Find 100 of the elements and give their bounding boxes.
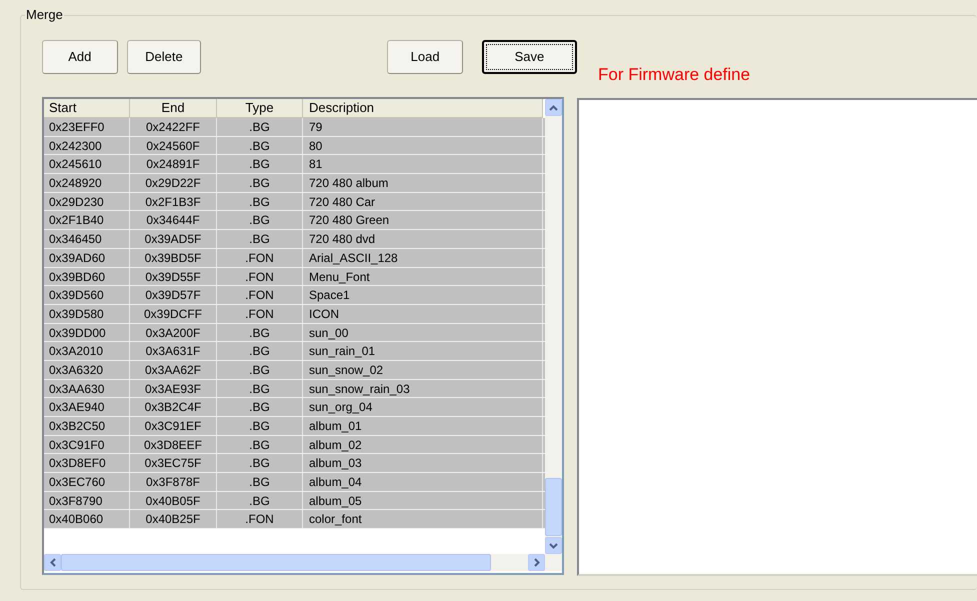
table-cell: 0x3D8EF0 (44, 454, 130, 472)
table-cell: 0x3C91EF (130, 417, 217, 435)
table-cell: 0x3AE940 (44, 398, 130, 416)
table-row[interactable]: 0x39D580 0x39DCFF .FON ICON (44, 304, 545, 324)
firmware-text-area[interactable] (577, 98, 977, 576)
scroll-thumb[interactable] (545, 478, 562, 536)
table-cell: ICON (303, 304, 543, 323)
table-row[interactable]: 0x23EFF0 0x2422FF .BG 79 (44, 118, 545, 137)
table-row[interactable]: 0x242300 0x24560F .BG 80 (44, 136, 545, 156)
table-cell: .BG (217, 155, 303, 174)
table-cell: 0x39DCFF (130, 304, 217, 323)
toolbar-button[interactable]: Load (387, 40, 463, 74)
table-cell: 0x29D22F (130, 174, 217, 192)
table-cell: 0x40B05F (130, 492, 217, 510)
table-cell: color_font (303, 510, 543, 528)
chevron-down-icon (549, 542, 558, 548)
chevron-left-icon (50, 558, 56, 567)
table-cell: .BG (217, 174, 303, 192)
table-cell: 0x3F878F (130, 473, 217, 491)
table-cell: .BG (217, 342, 303, 360)
table-cell: 0x23EFF0 (44, 118, 130, 136)
table-cell: 0x3C91F0 (44, 436, 130, 454)
table-cell: .BG (217, 473, 303, 491)
table-row[interactable]: 0x3D8EF0 0x3EC75F .BG album_03 (44, 454, 545, 474)
table-cell: 0x2F1B40 (44, 211, 130, 230)
scroll-up-button[interactable] (545, 99, 562, 116)
table-row[interactable]: 0x3AA630 0x3AE93F .BG sun_snow_rain_03 (44, 380, 545, 398)
table-cell: album_01 (303, 417, 543, 435)
table-cell: sun_snow_rain_03 (303, 380, 543, 398)
vertical-scrollbar[interactable] (545, 99, 562, 554)
table-cell: Menu_Font (303, 268, 543, 286)
table-cell: .BG (217, 398, 303, 416)
table-row[interactable]: 0x2F1B40 0x34644F .BG 720 480 Green (44, 211, 545, 230)
scroll-left-button[interactable] (44, 554, 61, 571)
table-cell: 0x2422FF (130, 118, 217, 136)
table-cell: 79 (303, 118, 543, 136)
table-cell: 720 480 album (303, 174, 543, 192)
table-row[interactable]: 0x245610 0x24891F .BG 81 (44, 155, 545, 174)
table-row[interactable]: 0x39D560 0x39D57F .FON Space1 (44, 286, 545, 305)
table-cell: 0x24891F (130, 155, 217, 174)
column-header[interactable]: Start (44, 99, 130, 118)
firmware-note: For Firmware define (598, 65, 752, 85)
table-cell: .BG (217, 380, 303, 398)
column-header[interactable]: Description (303, 99, 543, 118)
table-cell: 0x40B25F (130, 510, 217, 528)
table-cell: 0x3A200F (130, 324, 217, 342)
column-header[interactable]: End (130, 99, 217, 118)
table-cell: 0x3EC75F (130, 454, 217, 472)
table-row[interactable]: 0x39DD00 0x3A200F .BG sun_00 (44, 324, 545, 342)
table-cell: sun_org_04 (303, 398, 543, 416)
table-row[interactable]: 0x39BD60 0x39D55F .FON Menu_Font (44, 268, 545, 286)
scroll-right-button[interactable] (528, 554, 545, 571)
toolbar-button[interactable]: Save (482, 40, 577, 74)
table-row[interactable]: 0x3EC760 0x3F878F .BG album_04 (44, 473, 545, 492)
table-row[interactable]: 0x3A6320 0x3AA62F .BG sun_snow_02 (44, 360, 545, 380)
table-row[interactable]: 0x248920 0x29D22F .BG 720 480 album (44, 174, 545, 193)
table-cell: 0x29D230 (44, 192, 130, 210)
table-cell: 0x2F1B3F (130, 192, 217, 210)
toolbar-button[interactable]: Delete (126, 40, 202, 74)
table-cell: sun_00 (303, 324, 543, 342)
table-cell: 0x39AD60 (44, 248, 130, 266)
column-header[interactable]: Type (217, 99, 303, 118)
table-cell: 720 480 Car (303, 192, 543, 210)
table-cell: .BG (217, 360, 303, 379)
table-cell: .BG (217, 454, 303, 472)
table-cell: 0x39DD00 (44, 324, 130, 342)
table-row[interactable]: 0x3B2C50 0x3C91EF .BG album_01 (44, 417, 545, 436)
toolbar-button[interactable]: Add (42, 40, 118, 74)
table-cell: .BG (217, 492, 303, 510)
table-cell: .BG (217, 436, 303, 454)
scroll-down-button[interactable] (545, 537, 562, 554)
table-row[interactable]: 0x346450 0x39AD5F .BG 720 480 dvd (44, 230, 545, 249)
table-cell: 0x24560F (130, 136, 217, 154)
table-cell: .BG (217, 324, 303, 342)
table-cell: 0x3B2C50 (44, 417, 130, 435)
table-cell: 0x3D8EEF (130, 436, 217, 454)
table-row[interactable]: 0x40B060 0x40B25F .FON color_font (44, 510, 545, 530)
table-cell: 720 480 dvd (303, 230, 543, 248)
table-cell: .BG (217, 417, 303, 435)
table-cell: 0x39BD60 (44, 268, 130, 286)
table-cell: .FON (217, 510, 303, 528)
table-cell: 0x3F8790 (44, 492, 130, 510)
table-row[interactable]: 0x3C91F0 0x3D8EEF .BG album_02 (44, 436, 545, 454)
table-cell: 0x34644F (130, 211, 217, 230)
table-row[interactable]: 0x39AD60 0x39BD5F .FON Arial_ASCII_128 (44, 248, 545, 268)
table-cell: album_05 (303, 492, 543, 510)
table-cell: 0x39D560 (44, 286, 130, 304)
table-row[interactable]: 0x3AE940 0x3B2C4F .BG sun_org_04 (44, 398, 545, 417)
table-cell: 0x3AA630 (44, 380, 130, 398)
group-title: Merge (25, 7, 64, 23)
table-cell: 0x3A6320 (44, 360, 130, 379)
table-row[interactable]: 0x3F8790 0x40B05F .BG album_05 (44, 492, 545, 510)
table-cell: 0x245610 (44, 155, 130, 174)
table-row[interactable]: 0x29D230 0x2F1B3F .BG 720 480 Car (44, 192, 545, 212)
table-cell: 0x40B060 (44, 510, 130, 528)
table-cell: 0x346450 (44, 230, 130, 248)
table-cell: 81 (303, 155, 543, 174)
table-row[interactable]: 0x3A2010 0x3A631F .BG sun_rain_01 (44, 342, 545, 361)
table-cell: sun_snow_02 (303, 360, 543, 379)
table-cell: 0x39BD5F (130, 248, 217, 266)
